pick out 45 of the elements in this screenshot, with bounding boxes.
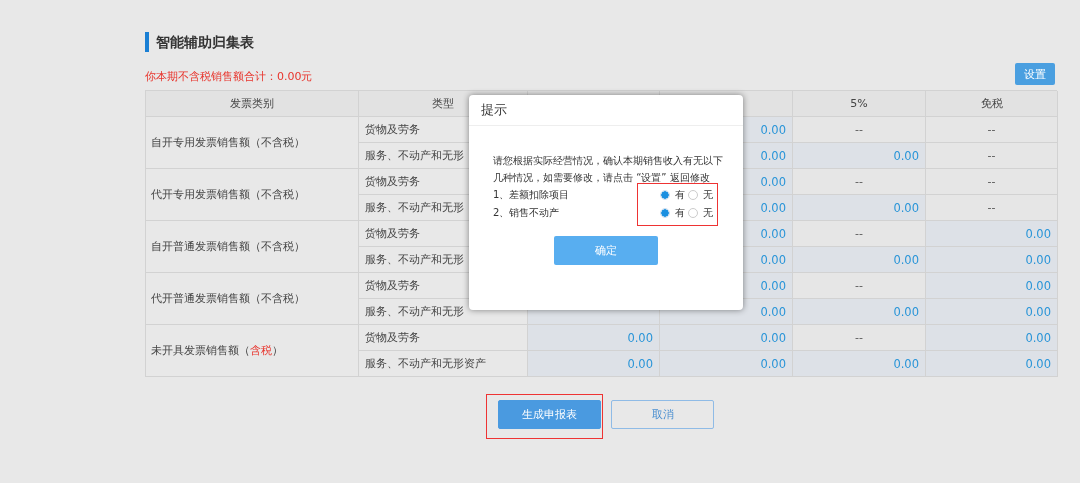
table-cell: -- — [793, 117, 926, 143]
table-cell: 0.00 — [793, 247, 926, 273]
table-cell: 0.00 — [926, 325, 1058, 351]
table-cell: 代开专用发票销售额（不含税） — [146, 169, 359, 221]
radio-button[interactable] — [660, 190, 670, 200]
table-cell: 0.00 — [926, 299, 1058, 325]
table-cell: 0.00 — [660, 351, 793, 377]
table-cell: -- — [926, 117, 1058, 143]
table-cell: 0.00 — [926, 247, 1058, 273]
table-cell: 0.00 — [926, 273, 1058, 299]
radio-button[interactable] — [660, 208, 670, 218]
table-cell: -- — [926, 169, 1058, 195]
confirm-button[interactable]: 确定 — [554, 236, 658, 265]
column-header: 免税 — [926, 91, 1058, 117]
table-cell: -- — [926, 143, 1058, 169]
dialog-title: 提示 — [469, 95, 743, 126]
table-cell: -- — [793, 221, 926, 247]
table-cell: 0.00 — [528, 325, 660, 351]
table-cell: 未开具发票销售额（含税） — [146, 325, 359, 377]
settings-button[interactable]: 设置 — [1015, 63, 1055, 85]
table-cell: 0.00 — [660, 325, 793, 351]
table-cell: 0.00 — [926, 351, 1058, 377]
table-cell: 0.00 — [793, 195, 926, 221]
table-cell: -- — [926, 195, 1058, 221]
radio-label: 有 — [675, 206, 685, 220]
column-header: 发票类别 — [146, 91, 359, 117]
table-cell: 0.00 — [793, 351, 926, 377]
radio-label: 无 — [703, 206, 713, 220]
generate-button[interactable]: 生成申报表 — [498, 400, 601, 429]
column-header: 5% — [793, 91, 926, 117]
table-cell: 0.00 — [528, 351, 660, 377]
table-cell: 0.00 — [926, 221, 1058, 247]
sales-total-notice: 你本期不含税销售额合计：0.00元 — [145, 70, 313, 84]
section-title: 智能辅助归集表 — [145, 32, 254, 52]
table-cell: -- — [793, 273, 926, 299]
table-cell: 自开专用发票销售额（不含税） — [146, 117, 359, 169]
table-cell: 自开普通发票销售额（不含税） — [146, 221, 359, 273]
table-cell: 0.00 — [793, 143, 926, 169]
table-cell: 0.00 — [793, 299, 926, 325]
table-cell: -- — [793, 325, 926, 351]
radio-button[interactable] — [688, 208, 698, 218]
radio-button[interactable] — [688, 190, 698, 200]
table-cell: 代开普通发票销售额（不含税） — [146, 273, 359, 325]
cancel-button[interactable]: 取消 — [611, 400, 714, 429]
table-cell: -- — [793, 169, 926, 195]
